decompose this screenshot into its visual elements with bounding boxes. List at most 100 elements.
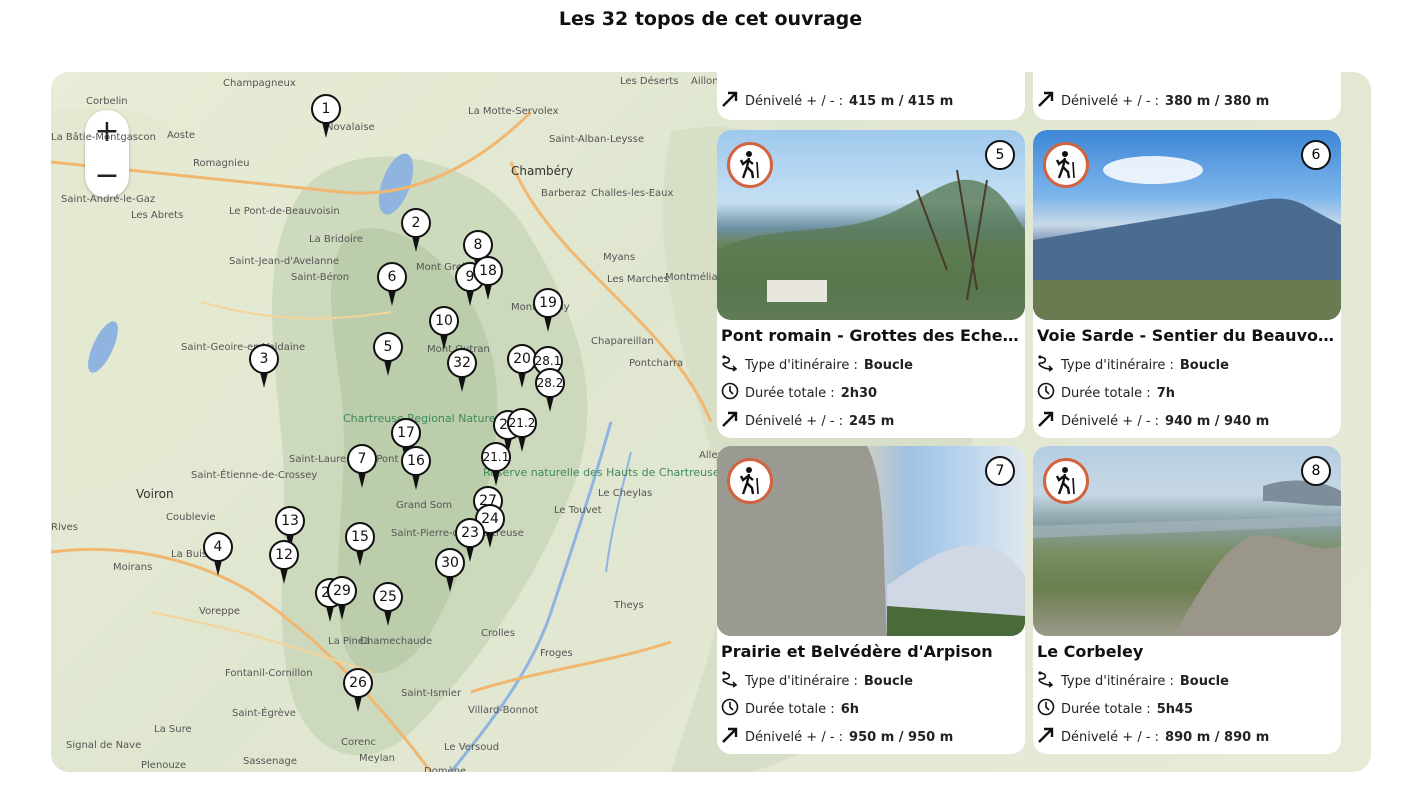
map-pin[interactable]: 25 bbox=[373, 582, 403, 628]
map-pin-tail bbox=[358, 472, 366, 488]
place-label: Saint-Étienne-de-Crossey bbox=[191, 470, 318, 481]
duration-value: 2h30 bbox=[840, 385, 878, 401]
place-label: Grand Som bbox=[396, 500, 453, 511]
route-type-icon bbox=[1037, 670, 1055, 692]
place-label: Le Versoud bbox=[444, 742, 500, 753]
topo-card-8[interactable]: 8 Le Corbeley Type d'itinéraire : Boucle… bbox=[1033, 446, 1341, 754]
topo-title[interactable]: Voie Sarde - Sentier du Beauvoir - Mo... bbox=[1037, 326, 1337, 345]
map-pin[interactable]: 2 bbox=[401, 208, 431, 254]
topo-card-6[interactable]: 6 Voie Sarde - Sentier du Beauvoir - Mo.… bbox=[1033, 130, 1341, 438]
place-label: Voreppe bbox=[199, 606, 241, 617]
place-label: Le Touvet bbox=[554, 505, 602, 516]
hiking-icon bbox=[727, 458, 773, 504]
clock-icon bbox=[1037, 698, 1055, 720]
place-label: Saint-Béron bbox=[291, 272, 350, 283]
topo-title[interactable]: Le Corbeley bbox=[1037, 642, 1337, 661]
place-label: Theys bbox=[614, 600, 644, 611]
topo-card-7[interactable]: 7 Prairie et Belvédère d'Arpison Type d'… bbox=[717, 446, 1025, 754]
map-pin[interactable]: 21.1 bbox=[481, 442, 511, 488]
elevation-value: 245 m bbox=[849, 413, 895, 429]
map-pin[interactable]: 6 bbox=[377, 262, 407, 308]
place-label: Meylan bbox=[359, 753, 395, 764]
elevation-value: 950 m / 950 m bbox=[849, 729, 954, 745]
map-pin-tail bbox=[546, 396, 554, 412]
elevation-label: Dénivelé + / - : bbox=[1061, 93, 1160, 109]
map-pin[interactable]: 19 bbox=[533, 288, 563, 334]
elevation-icon bbox=[1037, 90, 1055, 112]
map-pin-number: 26 bbox=[343, 668, 373, 698]
topo-cards-panel[interactable]: Dénivelé + / - : 415 m / 415 m Dénivelé … bbox=[717, 72, 1357, 772]
duration-value: 7h bbox=[1156, 385, 1175, 401]
place-label: Les Déserts bbox=[620, 76, 679, 87]
route-type-label: Type d'itinéraire : bbox=[1061, 357, 1174, 373]
map-pin[interactable]: 1 bbox=[311, 94, 341, 140]
route-type-value: Boucle bbox=[1179, 673, 1229, 689]
topo-title[interactable]: Prairie et Belvédère d'Arpison bbox=[721, 642, 1021, 661]
map-pin[interactable]: 16 bbox=[401, 446, 431, 492]
map-pin[interactable]: 5 bbox=[373, 332, 403, 378]
route-type-label: Type d'itinéraire : bbox=[745, 673, 858, 689]
place-label: Barberaz bbox=[541, 188, 587, 199]
place-label: Champagneux bbox=[223, 78, 296, 89]
place-label: Moirans bbox=[113, 562, 153, 573]
elevation-icon bbox=[721, 410, 739, 432]
place-label: Villard-Bonnot bbox=[468, 705, 539, 716]
map-pin-number: 2 bbox=[401, 208, 431, 238]
elevation-icon bbox=[1037, 726, 1055, 748]
topo-title[interactable]: Pont romain - Grottes des Echelles - ... bbox=[721, 326, 1021, 345]
map-pin[interactable]: 10 bbox=[429, 306, 459, 352]
clock-icon bbox=[1037, 382, 1055, 404]
topo-card-5[interactable]: 5 Pont romain - Grottes des Echelles - .… bbox=[717, 130, 1025, 438]
map-pin[interactable]: 12 bbox=[269, 540, 299, 586]
map-pin-number: 1 bbox=[311, 94, 341, 124]
map-pin-tail bbox=[354, 696, 362, 712]
duration-value: 5h45 bbox=[1156, 701, 1194, 717]
place-label: Coublevie bbox=[166, 512, 216, 523]
hiking-icon bbox=[1043, 458, 1089, 504]
map-pin-number: 6 bbox=[377, 262, 407, 292]
elevation-value: 890 m / 890 m bbox=[1165, 729, 1270, 745]
map-pin[interactable]: 28.2 bbox=[535, 368, 565, 414]
zoom-out-button[interactable]: − bbox=[85, 154, 129, 198]
zoom-control: + − bbox=[85, 110, 129, 198]
map-pin[interactable]: 26 bbox=[343, 668, 373, 714]
place-label: Crolles bbox=[481, 628, 515, 639]
place-label: Romagnieu bbox=[193, 158, 250, 169]
map-pin[interactable]: 18 bbox=[473, 256, 503, 302]
map-pin-tail bbox=[446, 576, 454, 592]
map-pin[interactable]: 4 bbox=[203, 532, 233, 578]
map-pin-tail bbox=[544, 316, 552, 332]
topo-number-badge: 5 bbox=[985, 140, 1015, 170]
clock-icon bbox=[721, 698, 739, 720]
map-pin-number: 32 bbox=[447, 348, 477, 378]
map-pin[interactable]: 32 bbox=[447, 348, 477, 394]
elevation-label: Dénivelé + / - : bbox=[745, 413, 844, 429]
place-label: La Bridoire bbox=[309, 234, 363, 245]
place-label: Corbelin bbox=[86, 96, 128, 107]
place-label: Le Cheylas bbox=[598, 488, 653, 499]
map-pin[interactable]: 21.2 bbox=[507, 408, 537, 454]
elevation-label: Dénivelé + / - : bbox=[1061, 729, 1160, 745]
route-type-icon bbox=[721, 670, 739, 692]
duration-label: Durée totale : bbox=[745, 385, 835, 401]
topo-number-badge: 8 bbox=[1301, 456, 1331, 486]
place-label: Saint-Geoire-en-Valdaine bbox=[181, 342, 306, 353]
map-pin-tail bbox=[384, 610, 392, 626]
map-pin-number: 25 bbox=[373, 582, 403, 612]
map-pin-number: 19 bbox=[533, 288, 563, 318]
elevation-icon bbox=[721, 90, 739, 112]
place-label: Domène bbox=[424, 766, 467, 772]
map-pin-number: 23 bbox=[455, 518, 485, 548]
place-label: Chamechaude bbox=[360, 636, 433, 647]
duration-label: Durée totale : bbox=[745, 701, 835, 717]
map-pin[interactable]: 3 bbox=[249, 344, 279, 390]
map-pin[interactable]: 30 bbox=[435, 548, 465, 594]
map-pin-number: 21.1 bbox=[481, 442, 511, 472]
map-pin-number: 10 bbox=[429, 306, 459, 336]
map-pin[interactable]: 29 bbox=[327, 576, 357, 622]
elevation-icon bbox=[721, 726, 739, 748]
map-pin-tail bbox=[412, 474, 420, 490]
topo-map[interactable]: + − Champagneux Corbelin Aoste La Bâtie-Mon… bbox=[51, 72, 1371, 772]
map-pin[interactable]: 15 bbox=[345, 522, 375, 568]
map-pin[interactable]: 7 bbox=[347, 444, 377, 490]
